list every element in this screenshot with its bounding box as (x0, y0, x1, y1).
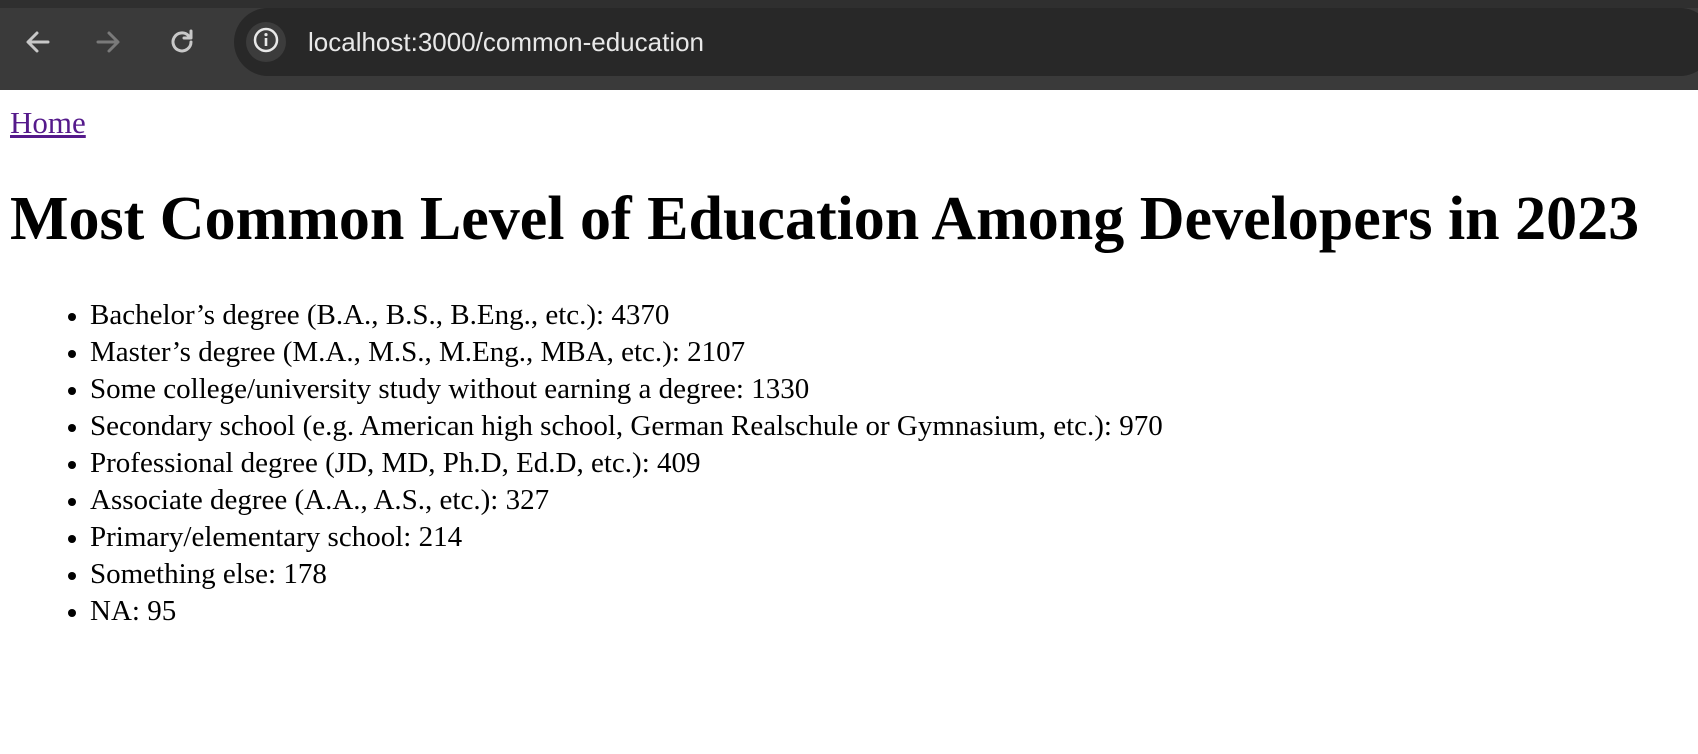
education-count: 4370 (611, 299, 670, 332)
education-count: 327 (505, 484, 550, 517)
education-list-item: Associate degree (A.A., A.S., etc.): 327 (90, 482, 1698, 519)
page-title: Most Common Level of Education Among Dev… (10, 185, 1640, 254)
education-level: Secondary school (e.g. American high sch… (90, 410, 1104, 443)
page-content: Home Most Common Level of Education Amon… (0, 90, 1698, 630)
education-level: Primary/elementary school (90, 521, 404, 554)
education-list-item: Some college/university study without ea… (90, 371, 1698, 408)
education-list-item: NA: 95 (90, 593, 1698, 630)
education-count: 409 (657, 447, 701, 480)
back-arrow-icon (24, 28, 52, 56)
reload-button[interactable] (162, 22, 202, 62)
education-count: 2107 (687, 336, 746, 369)
reload-icon (167, 27, 197, 57)
forward-button[interactable] (88, 22, 128, 62)
home-link[interactable]: Home (10, 104, 86, 141)
education-level: Bachelor’s degree (B.A., B.S., B.Eng., e… (90, 299, 597, 332)
education-list: Bachelor’s degree (B.A., B.S., B.Eng., e… (10, 297, 1698, 630)
browser-toolbar: localhost:3000/common-education (0, 0, 1698, 90)
education-level: Professional degree (JD, MD, Ph.D, Ed.D,… (90, 447, 642, 480)
education-list-item: Something else: 178 (90, 556, 1698, 593)
info-icon (252, 26, 280, 59)
education-list-item: Bachelor’s degree (B.A., B.S., B.Eng., e… (90, 297, 1698, 334)
site-info-button[interactable] (246, 22, 286, 62)
back-button[interactable] (18, 22, 58, 62)
education-list-item: Master’s degree (M.A., M.S., M.Eng., MBA… (90, 334, 1698, 371)
education-level: Something else (90, 558, 269, 591)
address-bar[interactable]: localhost:3000/common-education (234, 8, 1698, 76)
education-count: 970 (1119, 410, 1163, 443)
education-list-item: Professional degree (JD, MD, Ph.D, Ed.D,… (90, 445, 1698, 482)
education-level: NA (90, 595, 132, 628)
education-count: 178 (283, 558, 327, 591)
forward-arrow-icon (94, 28, 122, 56)
education-level: Some college/university study without ea… (90, 373, 736, 406)
education-count: 95 (147, 595, 177, 628)
education-count: 1330 (751, 373, 810, 406)
education-count: 214 (418, 521, 463, 554)
education-level: Associate degree (A.A., A.S., etc.) (90, 484, 491, 517)
education-list-item: Secondary school (e.g. American high sch… (90, 408, 1698, 445)
education-level: Master’s degree (M.A., M.S., M.Eng., MBA… (90, 336, 672, 369)
education-list-item: Primary/elementary school: 214 (90, 519, 1698, 556)
url-text[interactable]: localhost:3000/common-education (308, 8, 704, 76)
